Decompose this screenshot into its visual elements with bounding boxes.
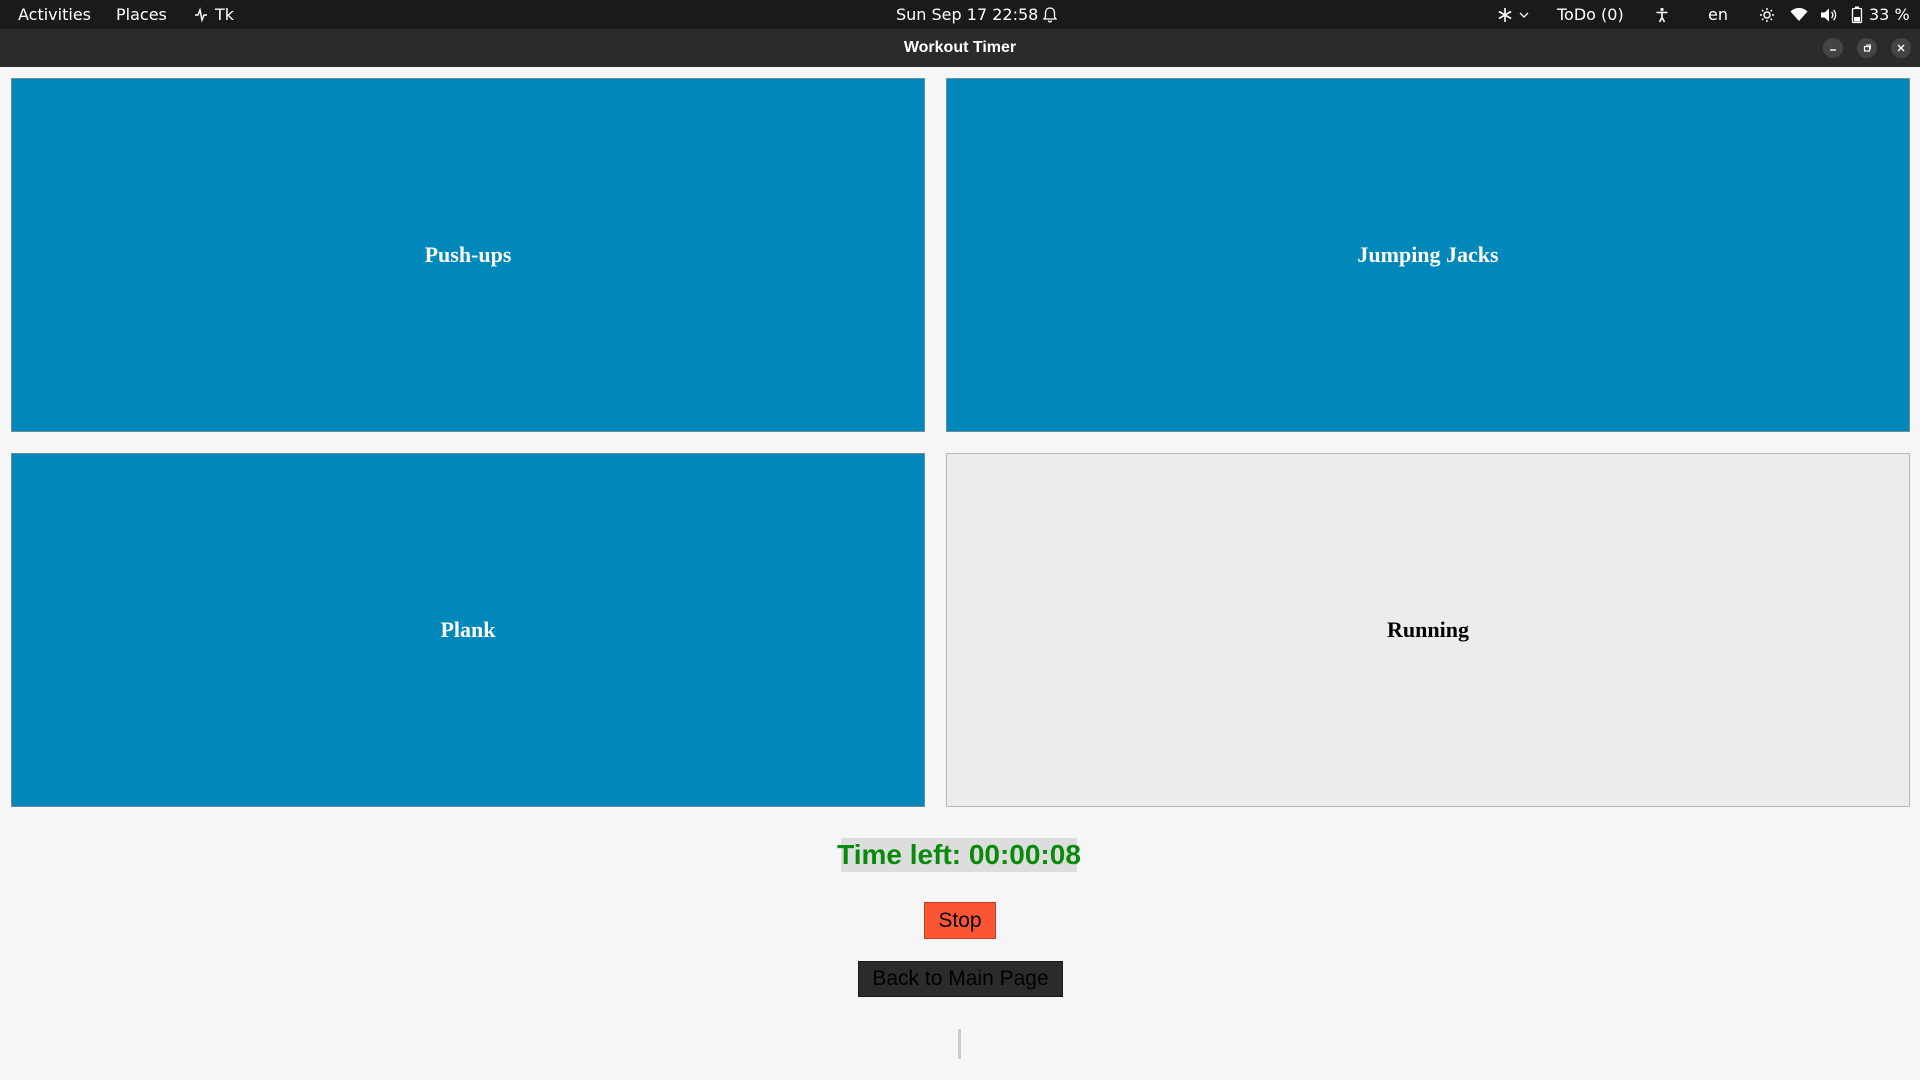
stop-button[interactable]: Stop <box>924 902 996 939</box>
exercise-button-running[interactable]: Running <box>946 453 1910 807</box>
places-menu[interactable]: Places <box>116 0 167 29</box>
brightness-icon[interactable] <box>1758 0 1776 29</box>
exercise-label: Jumping Jacks <box>1357 242 1499 267</box>
wifi-icon[interactable] <box>1789 0 1809 29</box>
maximize-icon[interactable] <box>1857 38 1877 58</box>
snowflake-icon[interactable] <box>1496 0 1514 29</box>
language-indicator[interactable]: en <box>1708 0 1728 29</box>
exercise-button-push-ups[interactable]: Push-ups <box>11 78 925 432</box>
back-to-main-button[interactable]: Back to Main Page <box>858 961 1063 997</box>
battery-percentage: 33 % <box>1869 5 1910 24</box>
window-title: Workout Timer <box>903 39 1017 56</box>
accessibility-icon[interactable] <box>1653 0 1671 29</box>
divider <box>958 1029 961 1059</box>
exercise-label: Push-ups <box>424 242 512 267</box>
battery-icon[interactable] <box>1849 0 1865 29</box>
exercise-button-plank[interactable]: Plank <box>11 453 925 807</box>
volume-icon[interactable] <box>1819 0 1839 29</box>
todo-indicator[interactable]: ToDo (0) <box>1557 0 1624 29</box>
minimize-icon[interactable] <box>1823 38 1843 58</box>
app-menu-icon[interactable] <box>192 0 210 29</box>
app-menu-label[interactable]: Tk <box>215 0 234 29</box>
exercise-button-jumping-jacks[interactable]: Jumping Jacks <box>946 78 1910 432</box>
chevron-down-icon[interactable] <box>1518 0 1530 29</box>
exercise-label: Plank <box>440 617 496 642</box>
exercise-label: Running <box>1387 617 1469 642</box>
close-icon[interactable] <box>1891 38 1911 58</box>
clock[interactable]: Sun Sep 17 22:58 <box>896 0 1038 29</box>
window-titlebar[interactable]: Workout Timer <box>0 29 1920 67</box>
bell-icon[interactable] <box>1041 0 1059 29</box>
activities-button[interactable]: Activities <box>18 0 91 29</box>
time-left-label: Time left: 00:00:08 <box>837 838 1081 872</box>
system-top-bar: Activities Places Tk Sun Sep 17 22:58 To… <box>0 0 1920 29</box>
